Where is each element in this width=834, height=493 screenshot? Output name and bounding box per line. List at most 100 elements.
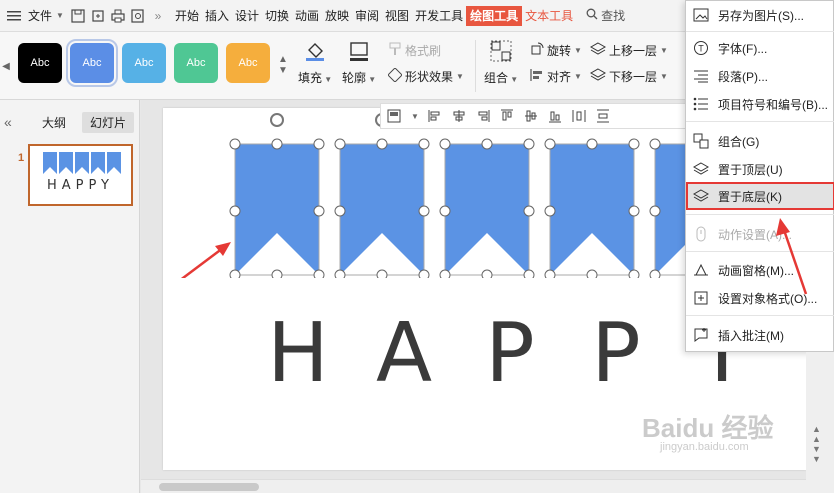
group-label: 组合 xyxy=(484,71,509,85)
fill-button[interactable]: 填充 ▼ xyxy=(298,40,332,86)
file-menu[interactable]: 文件 ▼ xyxy=(0,6,68,26)
letter-a: A xyxy=(375,306,433,401)
ribbon-scroll-left-icon[interactable]: ◀ xyxy=(0,32,12,100)
image-save-icon xyxy=(692,6,710,24)
letter-p2: P xyxy=(591,306,641,401)
align-button[interactable]: 对齐 ▼ xyxy=(530,68,582,85)
group-button[interactable]: 组合 ▼ xyxy=(484,40,518,86)
bring-forward-button[interactable]: 上移一层 ▼ xyxy=(589,42,668,59)
tab-slideshow[interactable]: 放映 xyxy=(322,6,352,26)
tab-text-tools[interactable]: 文本工具 xyxy=(522,6,576,26)
align-label: 对齐 xyxy=(547,70,572,84)
shape-effect-button[interactable]: 形状效果 ▼ xyxy=(387,67,464,85)
align-center-icon[interactable] xyxy=(451,108,467,124)
tab-insert[interactable]: 插入 xyxy=(202,6,232,26)
distribute-vertical-icon[interactable] xyxy=(595,108,611,124)
shape-effect-label: 形状效果 xyxy=(405,70,454,84)
menu-divider xyxy=(686,121,834,122)
animation-icon xyxy=(692,261,710,279)
align-left-icon[interactable] xyxy=(427,108,443,124)
vertical-scrollbar[interactable]: ▲ ▲ ▼ ▼ xyxy=(806,352,834,480)
tab-outline[interactable]: 大纲 xyxy=(34,112,74,133)
banner-flag-1 xyxy=(235,144,319,275)
watermark-brand: Baidu 经验 xyxy=(642,413,774,443)
banner-flag-2 xyxy=(340,144,424,275)
scrollbar-thumb[interactable] xyxy=(159,483,259,491)
menu-item-label: 项目符号和编号(B)... xyxy=(718,97,828,112)
tab-review[interactable]: 审阅 xyxy=(352,6,382,26)
menu-divider xyxy=(686,315,834,316)
outline-button[interactable]: 轮廓 ▼ xyxy=(342,40,376,86)
tab-slides[interactable]: 幻灯片 xyxy=(82,112,135,133)
distribute-horizontal-icon[interactable] xyxy=(571,108,587,124)
scroll-arrows-icon[interactable]: ▲ ▲ ▼ ▼ xyxy=(812,424,821,464)
layers-icon xyxy=(692,187,710,205)
format-painter-button[interactable]: 格式刷 xyxy=(388,42,441,59)
menu-item-font[interactable]: T 字体(F)... xyxy=(686,34,834,62)
letter-h: H xyxy=(267,306,329,401)
print-preview-icon[interactable] xyxy=(128,6,148,26)
styles-more-icon[interactable]: ▲ ▼ xyxy=(278,54,288,76)
tab-animation[interactable]: 动画 xyxy=(292,6,322,26)
fill-bucket-icon xyxy=(303,40,327,65)
horizontal-scrollbar[interactable] xyxy=(141,479,834,493)
banner-flag-4 xyxy=(550,144,634,275)
chevron-down-icon: ▼ xyxy=(56,11,64,20)
tab-developer[interactable]: 开发工具 xyxy=(412,6,466,26)
group-icon xyxy=(490,40,512,65)
brush-icon xyxy=(388,42,402,59)
send-backward-label: 下移一层 xyxy=(609,70,658,84)
rotate-icon xyxy=(530,42,544,59)
rotate-button[interactable]: 旋转 ▼ xyxy=(530,42,582,59)
menu-item-bullets[interactable]: 项目符号和编号(B)... xyxy=(686,90,834,118)
group-icon xyxy=(692,132,710,150)
shape-styles-gallery: Abc Abc Abc Abc Abc xyxy=(18,39,270,87)
action-icon xyxy=(692,225,710,243)
align-middle-icon[interactable] xyxy=(523,108,539,124)
menu-item-send-to-back[interactable]: 置于底层(K) xyxy=(686,182,834,210)
align-top-icon[interactable] xyxy=(499,108,515,124)
slide-thumbnail[interactable]: HAPPY xyxy=(28,144,133,206)
thumbnail-banner-graphic xyxy=(43,152,121,174)
tab-transition[interactable]: 切换 xyxy=(262,6,292,26)
tab-view[interactable]: 视图 xyxy=(382,6,412,26)
search-button[interactable]: 查找 xyxy=(586,7,625,24)
menu-item-label: 置于顶层(U) xyxy=(718,162,783,177)
watermark: Baidu 经验 jingyan.baidu.com xyxy=(642,408,773,453)
slide-number: 1 xyxy=(18,152,25,164)
fill-label: 填充 xyxy=(298,71,323,85)
shape-style-green[interactable]: Abc xyxy=(174,43,218,83)
format-object-icon xyxy=(692,289,710,307)
tab-home[interactable]: 开始 xyxy=(172,6,202,26)
shape-style-blue[interactable]: Abc xyxy=(66,39,118,87)
hamburger-icon xyxy=(4,6,24,26)
menu-item-bring-to-front[interactable]: 置于顶层(U) xyxy=(686,155,834,183)
send-backward-button[interactable]: 下移一层 ▼ xyxy=(589,68,668,85)
save-icon[interactable] xyxy=(68,6,88,26)
print-icon[interactable] xyxy=(108,6,128,26)
menu-item-group[interactable]: 组合(G) xyxy=(686,127,834,155)
format-icon[interactable] xyxy=(387,108,403,124)
tab-design[interactable]: 设计 xyxy=(232,6,262,26)
export-icon[interactable] xyxy=(88,6,108,26)
outline-label: 轮廓 xyxy=(342,71,367,85)
collapse-panel-icon[interactable]: « xyxy=(4,114,12,130)
shape-style-black[interactable]: Abc xyxy=(18,43,62,83)
ribbon-tabs: 开始 插入 设计 切换 动画 放映 审阅 视图 开发工具 绘图工具 文本工具 xyxy=(172,5,576,26)
chevron-down-icon[interactable]: ▼ xyxy=(411,112,419,121)
menu-item-label: 段落(P)... xyxy=(718,69,768,84)
align-bottom-icon[interactable] xyxy=(547,108,563,124)
outline-icon xyxy=(347,40,371,65)
thumbnail-flags xyxy=(43,152,121,174)
align-right-icon[interactable] xyxy=(475,108,491,124)
menu-item-save-as-image[interactable]: 另存为图片(S)... xyxy=(686,1,834,29)
menu-item-insert-comment[interactable]: 插入批注(M) xyxy=(686,321,834,349)
shape-style-lightblue[interactable]: Abc xyxy=(122,43,166,83)
tab-drawing-tools[interactable]: 绘图工具 xyxy=(466,5,523,26)
bullets-icon xyxy=(692,95,710,113)
more-icon[interactable]: » xyxy=(148,6,168,26)
shape-style-orange[interactable]: Abc xyxy=(226,43,270,83)
search-label: 查找 xyxy=(601,9,626,23)
menu-item-label: 插入批注(M) xyxy=(718,328,784,343)
menu-item-paragraph[interactable]: 段落(P)... xyxy=(686,62,834,90)
